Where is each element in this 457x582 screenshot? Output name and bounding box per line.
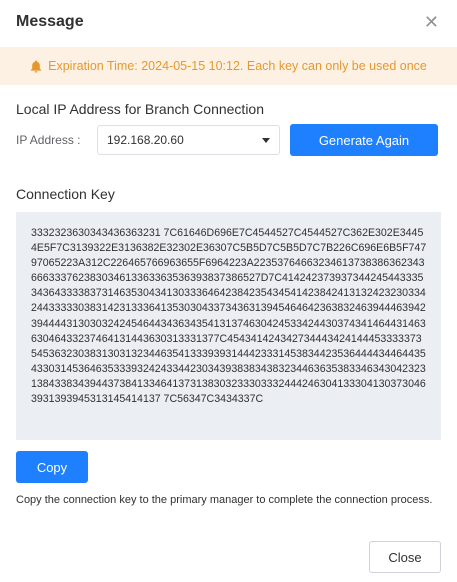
ip-row: IP Address : 192.168.20.60 Generate Agai… (16, 124, 441, 156)
dialog-header: Message ✕ (0, 0, 457, 44)
expiration-text: Expiration Time: 2024-05-15 10:12. Each … (48, 59, 427, 73)
ip-section-heading: Local IP Address for Branch Connection (16, 101, 265, 117)
dialog-footer: Close (0, 530, 457, 582)
connection-key-heading: Connection Key (16, 186, 115, 202)
copy-button[interactable]: Copy (16, 451, 88, 483)
expiration-notice: Expiration Time: 2024-05-15 10:12. Each … (0, 47, 457, 85)
close-icon[interactable]: ✕ (424, 13, 441, 31)
copy-helper-text: Copy the connection key to the primary m… (16, 494, 433, 506)
dialog-title: Message (16, 13, 84, 30)
close-button[interactable]: Close (369, 541, 441, 573)
ip-address-value: 192.168.20.60 (107, 133, 184, 147)
connection-key-dialog: Message ✕ Expiration Time: 2024-05-15 10… (0, 0, 457, 582)
connection-key-text: 3332323630343436363231 7C61646D696E7C454… (16, 212, 441, 440)
ip-address-select[interactable]: 192.168.20.60 (97, 125, 280, 155)
bell-icon (30, 60, 42, 73)
caret-down-icon (262, 137, 270, 143)
ip-address-label: IP Address : (16, 133, 81, 147)
generate-again-button[interactable]: Generate Again (290, 124, 438, 156)
